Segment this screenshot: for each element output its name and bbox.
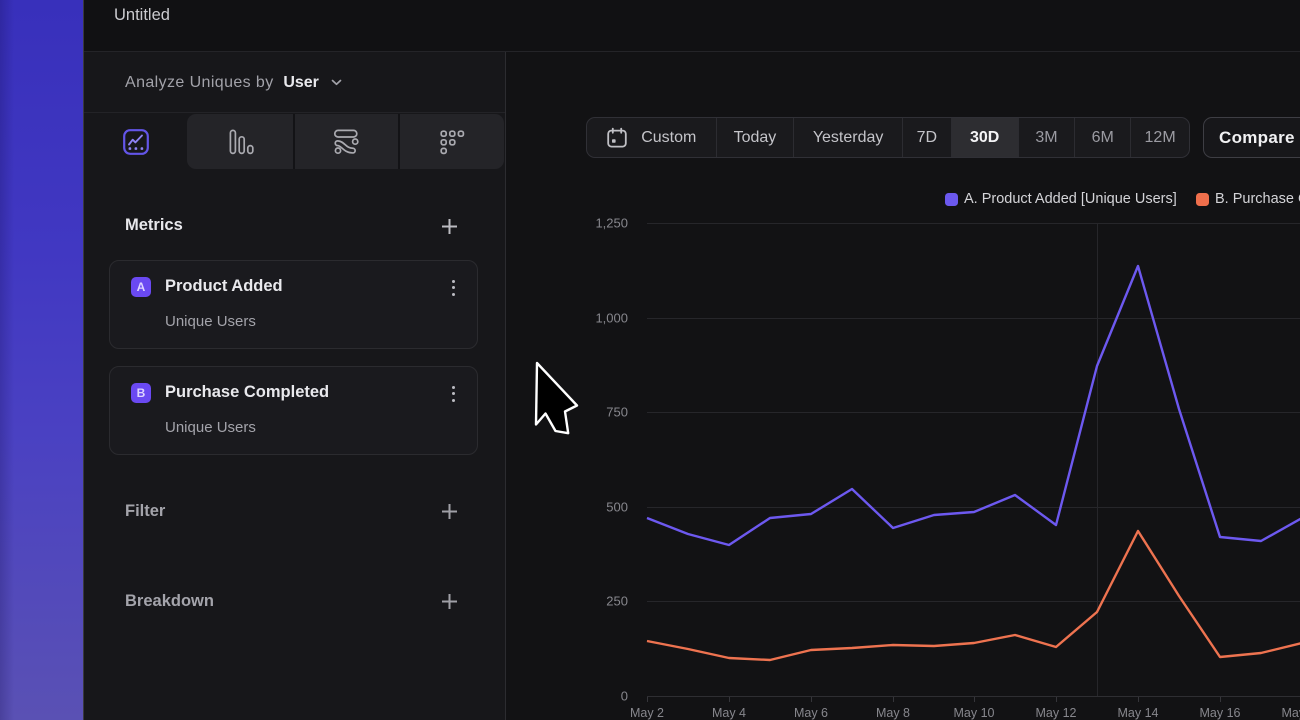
svg-text:1,000: 1,000	[595, 311, 628, 326]
svg-text:250: 250	[606, 594, 628, 609]
svg-text:May 8: May 8	[876, 706, 910, 720]
svg-text:May 12: May 12	[1036, 706, 1077, 720]
svg-text:May 2: May 2	[630, 706, 664, 720]
svg-text:May 18: May 18	[1282, 706, 1300, 720]
svg-text:1,250: 1,250	[595, 216, 628, 231]
svg-text:750: 750	[606, 405, 628, 420]
svg-text:May 16: May 16	[1200, 706, 1241, 720]
svg-text:500: 500	[606, 500, 628, 515]
svg-text:May 10: May 10	[954, 706, 995, 720]
svg-text:May 6: May 6	[794, 706, 828, 720]
svg-text:May 4: May 4	[712, 706, 746, 720]
svg-text:May 14: May 14	[1118, 706, 1159, 720]
svg-text:0: 0	[621, 689, 628, 704]
